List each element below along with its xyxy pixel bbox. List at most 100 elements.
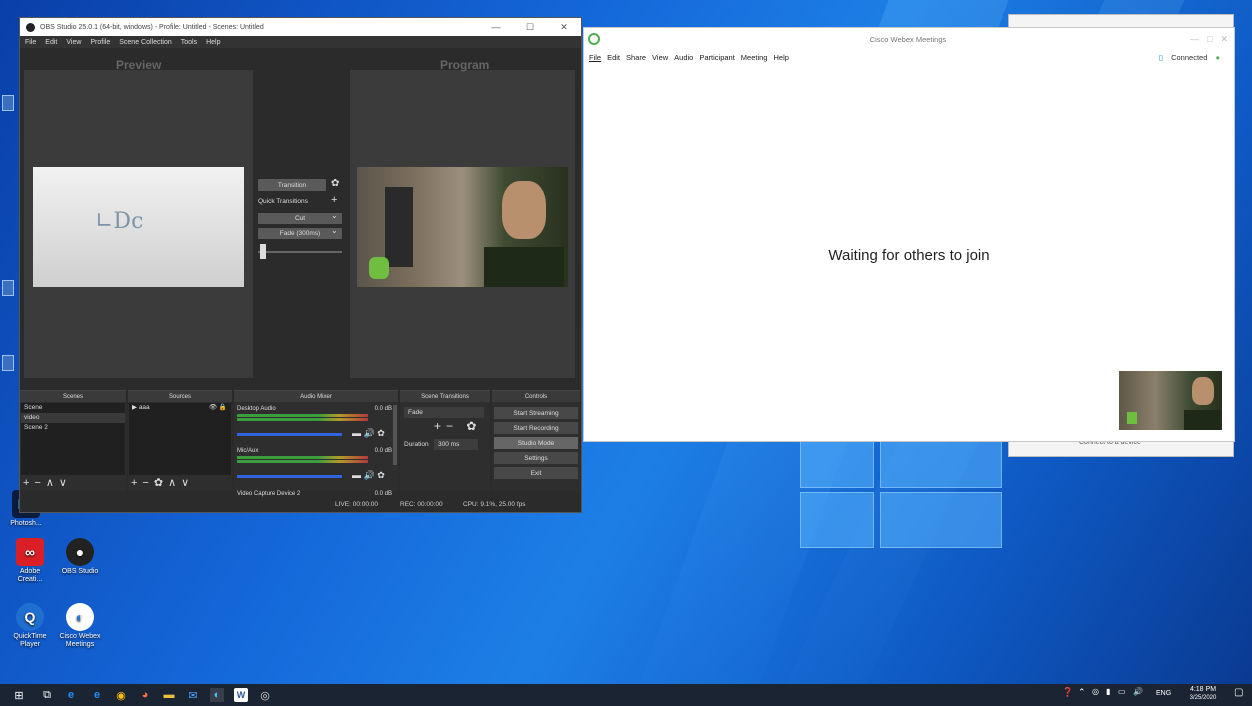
quicktime-icon: Q — [16, 603, 44, 631]
notification-icon[interactable]: ▢ — [1234, 687, 1243, 698]
device-icon: ▯ — [1158, 52, 1163, 62]
transition-type-select[interactable]: Fade — [404, 407, 484, 418]
person-shirt — [484, 247, 564, 287]
clock[interactable]: 4:18 PM 3/25/2020 — [1183, 686, 1223, 702]
exit-button[interactable]: Exit — [494, 467, 578, 479]
cpu-status: CPU: 9.1%, 25.00 fps — [463, 501, 526, 508]
obs-taskbar-icon[interactable]: ◎ — [258, 688, 272, 702]
menu-participant[interactable]: Participant — [699, 53, 734, 62]
chevron-down-icon[interactable]: ⌄ — [331, 211, 338, 220]
desktop-icon-webex[interactable]: ◐ Cisco Webex Meetings — [58, 603, 102, 649]
maximize-button[interactable]: □ — [1207, 34, 1212, 44]
connection-status[interactable]: ▯ Connected ● — [1159, 53, 1226, 62]
close-button[interactable]: ✕ — [547, 22, 581, 33]
menu-view[interactable]: View — [652, 53, 668, 62]
menu-file[interactable]: File — [25, 39, 36, 46]
duration-value: 300 ms — [438, 441, 460, 448]
menu-scene-collection[interactable]: Scene Collection — [119, 39, 172, 46]
desktop-icon-obs-studio[interactable]: ● OBS Studio — [58, 538, 102, 576]
transition-button[interactable]: Transition — [258, 179, 326, 191]
task-view-icon[interactable]: ⧉ — [40, 688, 54, 702]
volume-slider[interactable] — [237, 475, 342, 478]
fade-button[interactable]: Fade (300ms) — [258, 228, 342, 239]
menu-edit[interactable]: Edit — [607, 53, 620, 62]
visibility-eye-icon[interactable]: 👁 🔒 — [209, 403, 227, 413]
start-recording-button[interactable]: Start Recording — [494, 422, 578, 434]
cut-button[interactable]: Cut — [258, 213, 342, 224]
menu-audio[interactable]: Audio — [674, 53, 693, 62]
firefox-icon[interactable]: ◕ — [138, 688, 152, 702]
show-hidden-icons[interactable]: ⌃ — [1078, 687, 1086, 698]
windows-logo-wallpaper — [800, 430, 1010, 550]
minimize-button[interactable]: — — [1190, 34, 1199, 44]
file-explorer-icon[interactable]: ▬ — [162, 688, 176, 702]
duration-input[interactable]: 300 ms — [434, 439, 478, 450]
controls-title: Controls — [492, 391, 580, 402]
language-indicator[interactable]: ENG — [1156, 690, 1171, 697]
list-item[interactable]: video — [21, 413, 125, 423]
minimize-button[interactable]: — — [479, 22, 513, 33]
start-streaming-button[interactable]: Start Streaming — [494, 407, 578, 419]
sources-toolbar[interactable]: +−✿∧∨ — [131, 476, 194, 489]
desktop-icon-partial[interactable] — [2, 280, 14, 296]
volume-slider[interactable] — [237, 433, 342, 436]
volume-meter — [237, 418, 368, 421]
speaker-icon[interactable]: ▬ 🔊 ✿ — [352, 470, 385, 481]
maximize-button[interactable]: ☐ — [513, 22, 547, 33]
list-item[interactable]: Scene — [21, 403, 125, 413]
transition-type-value: Fade — [408, 409, 423, 416]
start-windows-icon[interactable]: ⊞ — [12, 688, 26, 702]
volume-icon[interactable]: 🔊 — [1133, 687, 1143, 696]
desktop: Ps Photosh... ∞ Adobe Creati... ● OBS St… — [0, 0, 1252, 706]
scenes-list: Scene video Scene 2 — [21, 403, 125, 475]
webex-logo-icon — [588, 33, 600, 45]
sources-dock-title: Sources — [128, 391, 232, 402]
chevron-down-icon[interactable]: ⌄ — [331, 226, 338, 235]
list-item[interactable]: ▶ aaa 👁 🔒 — [129, 403, 231, 413]
obs-tray-icon[interactable]: ◎ — [1092, 687, 1099, 696]
close-button[interactable]: ✕ — [1220, 34, 1228, 45]
audio-mixer-title: Audio Mixer — [234, 391, 398, 402]
scenes-toolbar[interactable]: +−∧∨ — [23, 476, 72, 489]
edge-icon[interactable]: e — [64, 688, 78, 702]
wifi-icon[interactable]: ▭ — [1118, 687, 1126, 696]
list-item[interactable]: Scene 2 — [21, 423, 125, 433]
scenes-dock-title: Scenes — [20, 391, 126, 402]
desktop-icon-partial[interactable] — [2, 95, 14, 111]
menu-help[interactable]: Help — [206, 39, 220, 46]
fade-label: Fade (300ms) — [279, 230, 321, 237]
menu-view[interactable]: View — [66, 39, 81, 46]
menu-help[interactable]: Help — [773, 53, 788, 62]
webex-taskbar-icon[interactable]: ◐ — [210, 688, 224, 702]
menu-meeting[interactable]: Meeting — [741, 53, 768, 62]
desktop-icon-partial[interactable] — [2, 355, 14, 371]
menu-share[interactable]: Share — [626, 53, 646, 62]
webex-icon: ◐ — [66, 603, 94, 631]
chrome-icon[interactable]: ◉ — [114, 688, 128, 702]
menu-tools[interactable]: Tools — [181, 39, 197, 46]
desktop-icon-adobe-creative-cloud[interactable]: ∞ Adobe Creati... — [8, 538, 52, 584]
network-icon[interactable]: ▮ — [1106, 687, 1110, 696]
desktop-icon-label: Adobe Creati... — [17, 568, 43, 583]
tbar-handle[interactable] — [260, 244, 266, 259]
settings-button[interactable]: Settings — [494, 452, 578, 464]
studio-mode-button[interactable]: Studio Mode — [494, 437, 578, 449]
speaker-icon[interactable]: ▬ 🔊 ✿ — [352, 428, 385, 439]
mail-icon[interactable]: ✉ — [186, 688, 200, 702]
menu-edit[interactable]: Edit — [45, 39, 57, 46]
desktop-icon-quicktime[interactable]: Q QuickTime Player — [8, 603, 52, 649]
clock-time: 4:18 PM — [1189, 686, 1217, 693]
transition-toolbar[interactable]: +− ✿ — [434, 419, 481, 433]
mixer-scrollbar[interactable] — [393, 405, 397, 465]
sources-list: ▶ aaa 👁 🔒 — [129, 403, 231, 475]
self-view-video[interactable] — [1119, 371, 1222, 430]
add-transition-plus-icon[interactable]: + — [331, 194, 337, 206]
menu-profile[interactable]: Profile — [90, 39, 110, 46]
track-name: Mic/Aux — [237, 448, 259, 454]
transition-settings-gear-icon[interactable]: ✿ — [331, 178, 339, 189]
menu-file[interactable]: File — [589, 53, 601, 62]
internet-explorer-icon[interactable]: e — [90, 688, 104, 702]
volume-meter — [237, 460, 368, 463]
word-icon[interactable]: W — [234, 688, 248, 702]
help-icon[interactable]: ❓ — [1062, 687, 1073, 698]
